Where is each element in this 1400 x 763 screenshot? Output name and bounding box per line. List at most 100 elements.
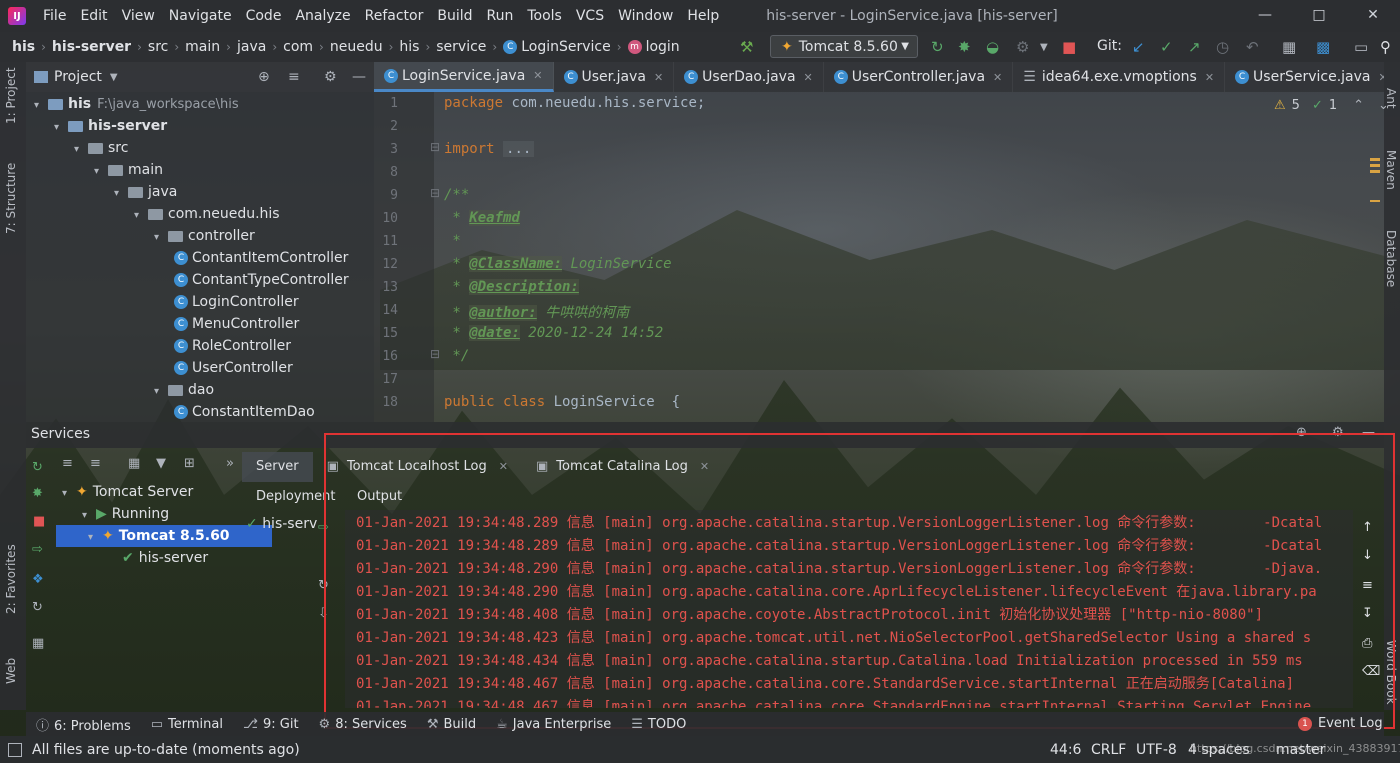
menu-code[interactable]: Code (239, 8, 289, 24)
tool-window-button[interactable]: ⚙ 8: Services (319, 717, 407, 732)
project-tree-item[interactable]: C LoginController (174, 291, 299, 313)
breadcrumb-item[interactable]: src (144, 39, 172, 55)
tool-window-button[interactable]: ☰ TODO (631, 717, 686, 732)
tool-window-button[interactable]: ⎇ 9: Git (243, 717, 299, 732)
maven-tool-tab[interactable]: Maven (1384, 150, 1398, 190)
hide-panel-icon[interactable]: — (1362, 425, 1375, 440)
output-subtab[interactable]: Output (357, 489, 402, 504)
soft-wrap-icon[interactable]: ≡ (1362, 578, 1373, 593)
inspection-widget[interactable]: ⚠ 5 ✓ 1 ⌃ ⌄ (1274, 98, 1389, 113)
tool-window-button[interactable]: ⚒ Build (427, 717, 476, 732)
caret-position[interactable]: 44:6 (1050, 742, 1081, 758)
project-tree-item[interactable]: C UserController (174, 357, 293, 379)
profile-icon[interactable]: ⚙ (1016, 38, 1029, 56)
breadcrumb-item[interactable]: his (8, 39, 39, 55)
project-tool-tab[interactable]: 1: Project (4, 67, 18, 124)
undeploy-icon[interactable]: ⇩ (318, 606, 329, 621)
editor-tab[interactable]: ☰ idea64.exe.vmoptions ✕ (1013, 62, 1226, 92)
project-tree-item[interactable]: C ConstantItemDao (174, 401, 315, 422)
scroll-down-icon[interactable]: ↓ (1362, 548, 1373, 563)
project-tree-item[interactable]: ▾ main (94, 159, 163, 181)
translate-icon[interactable]: ▩ (1316, 38, 1330, 56)
next-highlight-icon[interactable]: ⌄ (1378, 98, 1389, 113)
project-tree-item[interactable]: ▾ his F:\java_workspace\his (34, 93, 239, 115)
menu-view[interactable]: View (115, 8, 162, 24)
tool-window-button[interactable]: ▭ Terminal (151, 717, 223, 732)
event-log-button[interactable]: 1 Event Log (1298, 716, 1383, 731)
editor-tab[interactable]: C UserController.java ✕ (824, 62, 1014, 92)
scroll-up-icon[interactable]: ↑ (1362, 520, 1373, 535)
minimize-icon[interactable]: — (1238, 0, 1292, 32)
menu-run[interactable]: Run (480, 8, 521, 24)
clear-all-icon[interactable]: ⌫ (1362, 664, 1380, 679)
editor-tab[interactable]: C UserDao.java ✕ (674, 62, 824, 92)
add-service-icon[interactable]: ⊞ (184, 456, 195, 471)
breadcrumb-item[interactable]: C LoginService (499, 39, 615, 55)
stop-icon[interactable]: ■ (1062, 38, 1076, 56)
close-icon[interactable]: ✕ (654, 71, 663, 84)
project-tree-item[interactable]: ▾ dao (154, 379, 214, 401)
close-icon[interactable]: ✕ (499, 460, 508, 473)
menu-window[interactable]: Window (611, 8, 680, 24)
deployment-item[interactable]: ✓ his-serv (246, 516, 317, 532)
project-tree-item[interactable]: ▾ his-server (54, 115, 167, 137)
project-tree-item[interactable]: ▾ com.neuedu.his (134, 203, 280, 225)
services-tab[interactable]: Server (242, 452, 313, 482)
chevron-down-icon[interactable]: ▾ (62, 483, 76, 505)
chevron-down-icon[interactable]: ▾ (114, 183, 128, 205)
structure-tool-tab[interactable]: 7: Structure (4, 163, 18, 234)
favorites-tool-tab[interactable]: 2: Favorites (4, 544, 18, 614)
editor-tab[interactable]: C User.java ✕ (554, 62, 675, 92)
project-tree-item[interactable]: C ContantItemController (174, 247, 348, 269)
git-push-icon[interactable]: ↗ (1188, 38, 1201, 56)
chevron-down-icon[interactable]: ▾ (34, 95, 48, 117)
tool-window-button[interactable]: ⓘ 6: Problems (36, 715, 131, 734)
menu-edit[interactable]: Edit (73, 8, 114, 24)
git-history-icon[interactable]: ◷ (1216, 38, 1229, 56)
collapse-all-icon[interactable]: ≡ (90, 456, 101, 471)
project-tree-item[interactable]: C RoleController (174, 335, 291, 357)
chevron-down-icon[interactable]: ▾ (82, 505, 96, 527)
close-icon[interactable]: ✕ (1378, 71, 1384, 84)
status-toggle-icon[interactable] (8, 742, 22, 757)
chevron-down-icon[interactable]: ▾ (154, 381, 168, 403)
presentation-icon[interactable]: ▭ (1354, 38, 1368, 56)
project-tree-item[interactable]: ▾ java (114, 181, 177, 203)
collapse-all-icon[interactable]: ≡ (288, 69, 300, 85)
chevron-down-icon[interactable]: ▾ (74, 139, 88, 161)
services-tree-item[interactable]: ▾ ▶ Running (82, 503, 169, 525)
hide-panel-icon[interactable]: — (352, 69, 366, 85)
chevron-down-icon[interactable]: ▾ (94, 161, 108, 183)
close-icon[interactable]: ✕ (1205, 71, 1214, 84)
menu-analyze[interactable]: Analyze (288, 8, 357, 24)
expand-all-icon[interactable]: ≡ (62, 456, 73, 471)
project-tree-item[interactable]: ▾ src (74, 137, 128, 159)
project-structure-icon[interactable]: ▦ (1282, 38, 1296, 56)
gear-icon[interactable]: ⚙ (1332, 425, 1344, 440)
editor-tab[interactable]: C UserService.java ✕ (1225, 62, 1384, 92)
close-icon[interactable]: ✕ (993, 71, 1002, 84)
fold-marker-icon[interactable]: ⊟ (430, 347, 440, 361)
git-rollback-icon[interactable]: ↶ (1246, 38, 1259, 56)
chevron-down-icon[interactable]: ▼ (110, 72, 118, 83)
services-tab[interactable]: ▣ Tomcat Catalina Log ✕ (522, 452, 723, 482)
group-icon[interactable]: ▦ (128, 456, 140, 471)
tool-window-button[interactable]: ☕ Java Enterprise (496, 717, 611, 732)
project-tree-item[interactable]: C MenuController (174, 313, 299, 335)
menu-tools[interactable]: Tools (520, 8, 569, 24)
refresh-icon[interactable]: ↻ (32, 460, 43, 475)
debug-icon[interactable]: ✸ (958, 38, 971, 56)
deploy-arrow-icon[interactable]: ⇨ (318, 520, 329, 535)
run-config-select[interactable]: ✦ Tomcat 8.5.60 ▼ (770, 35, 918, 58)
fold-marker-icon[interactable]: ⊟ (430, 186, 440, 200)
database-tool-tab[interactable]: Database (1384, 230, 1398, 287)
menu-vcs[interactable]: VCS (569, 8, 611, 24)
menu-navigate[interactable]: Navigate (162, 8, 239, 24)
redeploy-icon[interactable]: ↻ (318, 578, 329, 593)
chevron-down-icon[interactable]: ▾ (54, 117, 68, 139)
menu-build[interactable]: Build (430, 8, 479, 24)
breadcrumb-item[interactable]: service (432, 39, 490, 55)
git-update-icon[interactable]: ↙ (1132, 38, 1145, 56)
breadcrumb-item[interactable]: m login (624, 39, 684, 55)
chevron-down-icon[interactable]: ▾ (88, 527, 102, 549)
